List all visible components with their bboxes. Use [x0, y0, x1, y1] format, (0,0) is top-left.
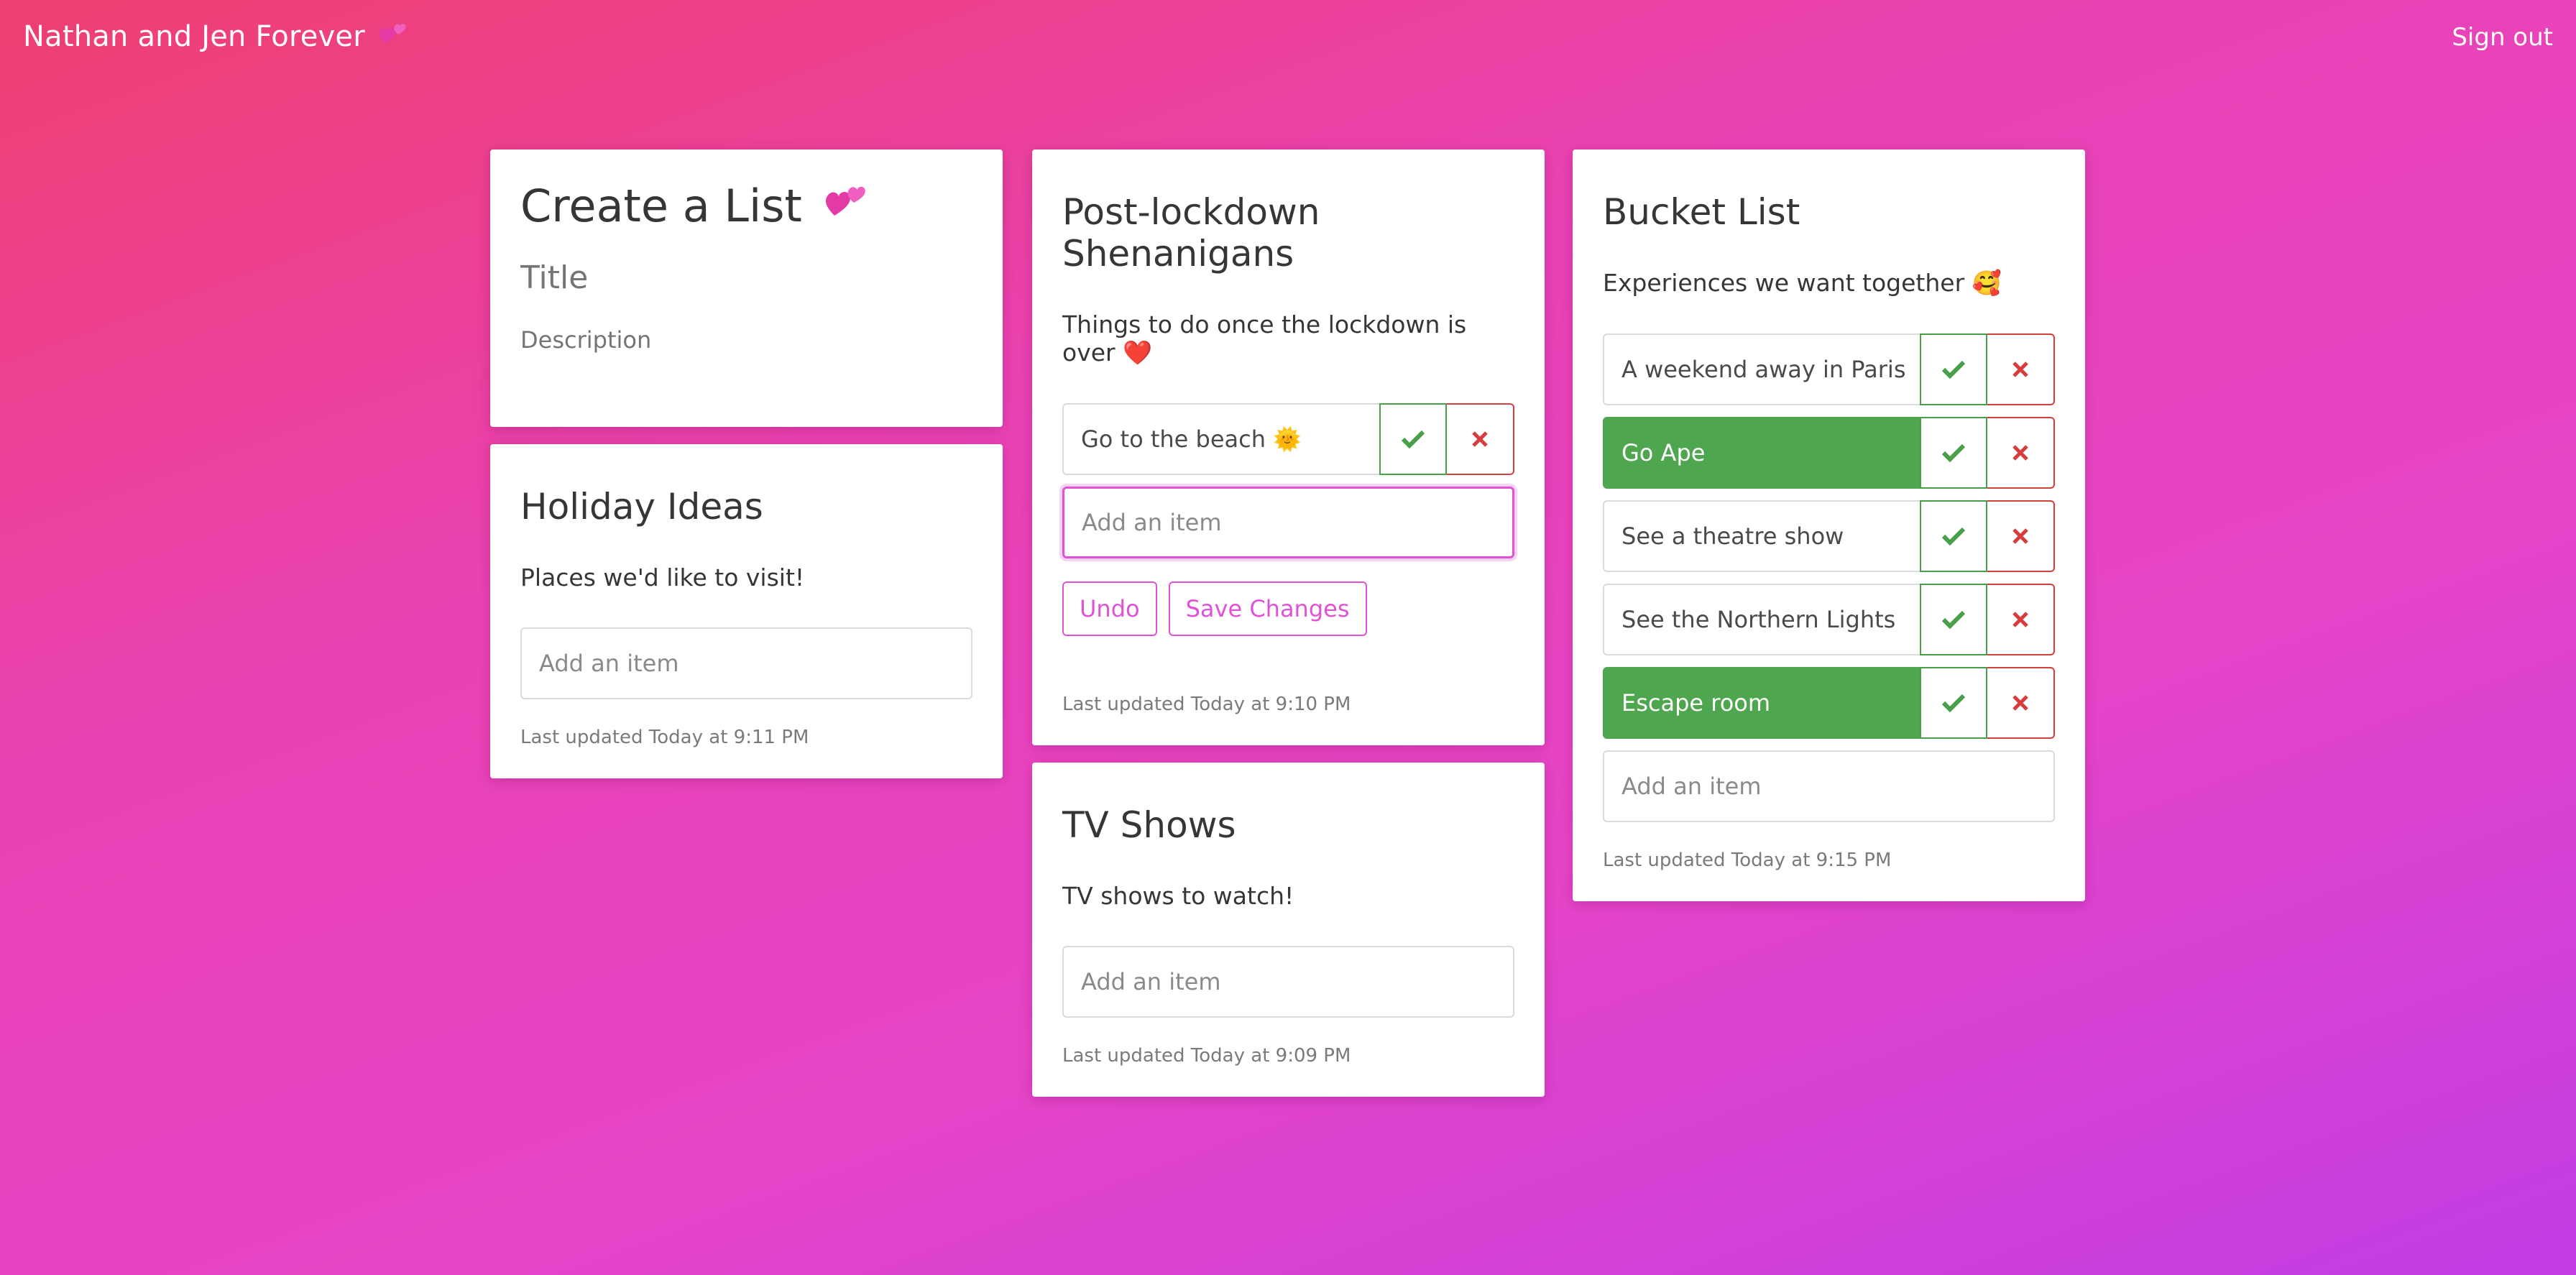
remove-button[interactable]: [1987, 667, 2055, 739]
close-icon: [2012, 528, 2028, 544]
last-updated: Last updated Today at 9:10 PM: [1062, 694, 1351, 715]
create-list-title: Create a List: [520, 180, 802, 232]
create-list-heading: Create a List: [520, 178, 972, 234]
card-description: Places we'd like to visit!: [520, 563, 805, 592]
remove-button[interactable]: [1447, 403, 1514, 475]
two-hearts-icon: [824, 178, 871, 234]
close-icon: [2012, 362, 2028, 377]
card-title: Holiday Ideas: [520, 486, 763, 528]
holiday-ideas-card: Holiday Ideas Places we'd like to visit!…: [490, 444, 1003, 778]
complete-button[interactable]: [1920, 667, 1987, 739]
list-item: Escape room: [1603, 667, 2055, 739]
two-hearts-icon: [378, 19, 410, 55]
list-item-label[interactable]: A weekend away in Paris: [1603, 333, 1920, 405]
close-icon: [2012, 445, 2028, 461]
column-3: Bucket List Experiences we want together…: [1573, 149, 2085, 919]
close-icon: [2012, 695, 2028, 711]
add-item-input[interactable]: [1062, 946, 1514, 1018]
add-item-input[interactable]: [1062, 487, 1514, 558]
remove-button[interactable]: [1987, 500, 2055, 572]
create-list-card: Create a List: [490, 149, 1003, 427]
column-1: Create a List Holiday Ideas Places we'd …: [490, 149, 1003, 796]
save-changes-button[interactable]: Save Changes: [1168, 581, 1367, 636]
check-icon: [1401, 430, 1425, 449]
complete-button[interactable]: [1920, 584, 1987, 655]
tv-shows-card: TV Shows TV shows to watch! Last updated…: [1032, 763, 1545, 1097]
check-icon: [1941, 443, 1966, 463]
edit-actions: Undo Save Changes: [1062, 581, 1514, 636]
list-item: See a theatre show: [1603, 500, 2055, 572]
remove-button[interactable]: [1987, 417, 2055, 489]
check-icon: [1941, 610, 1966, 630]
complete-button[interactable]: [1379, 403, 1447, 475]
complete-button[interactable]: [1920, 417, 1987, 489]
add-item-input[interactable]: [520, 627, 972, 699]
list-description-input[interactable]: [520, 326, 972, 354]
brand[interactable]: Nathan and Jen Forever: [23, 19, 410, 55]
card-description: Things to do once the lockdown is over ❤…: [1062, 310, 1467, 367]
card-description: Experiences we want together 🥰: [1603, 269, 2002, 297]
remove-button[interactable]: [1987, 333, 2055, 405]
last-updated: Last updated Today at 9:15 PM: [1603, 850, 1892, 871]
list-title-input[interactable]: [520, 259, 972, 296]
list-item-label[interactable]: See a theatre show: [1603, 500, 1920, 572]
close-icon: [2012, 612, 2028, 627]
list-item: See the Northern Lights: [1603, 584, 2055, 655]
list-item-label[interactable]: Go to the beach 🌞: [1062, 403, 1379, 475]
list-item: Go to the beach 🌞: [1062, 403, 1514, 475]
close-icon: [1472, 431, 1488, 447]
check-icon: [1941, 694, 1966, 713]
complete-button[interactable]: [1920, 500, 1987, 572]
check-icon: [1941, 360, 1966, 379]
brand-title: Nathan and Jen Forever: [23, 20, 365, 53]
bucket-list-card: Bucket List Experiences we want together…: [1573, 149, 2085, 901]
list-item: A weekend away in Paris: [1603, 333, 2055, 405]
sign-out-link[interactable]: Sign out: [2452, 23, 2553, 52]
top-bar: Nathan and Jen Forever Sign out: [0, 0, 2576, 79]
card-title: Post-lockdown Shenanigans: [1062, 191, 1320, 275]
list-item: Go Ape: [1603, 417, 2055, 489]
last-updated: Last updated Today at 9:11 PM: [520, 727, 809, 748]
shenanigans-card: Post-lockdown Shenanigans Things to do o…: [1032, 149, 1545, 745]
column-2: Post-lockdown Shenanigans Things to do o…: [1032, 149, 1545, 1114]
remove-button[interactable]: [1987, 584, 2055, 655]
last-updated: Last updated Today at 9:09 PM: [1062, 1045, 1351, 1067]
card-description: TV shows to watch!: [1062, 882, 1294, 910]
check-icon: [1941, 527, 1966, 546]
undo-button[interactable]: Undo: [1062, 581, 1157, 636]
list-item-label[interactable]: Go Ape: [1603, 417, 1920, 489]
list-item-label[interactable]: See the Northern Lights: [1603, 584, 1920, 655]
add-item-input[interactable]: [1603, 750, 2055, 822]
card-title: Bucket List: [1603, 191, 1800, 233]
list-item-label[interactable]: Escape room: [1603, 667, 1920, 739]
complete-button[interactable]: [1920, 333, 1987, 405]
card-title: TV Shows: [1062, 804, 1236, 846]
